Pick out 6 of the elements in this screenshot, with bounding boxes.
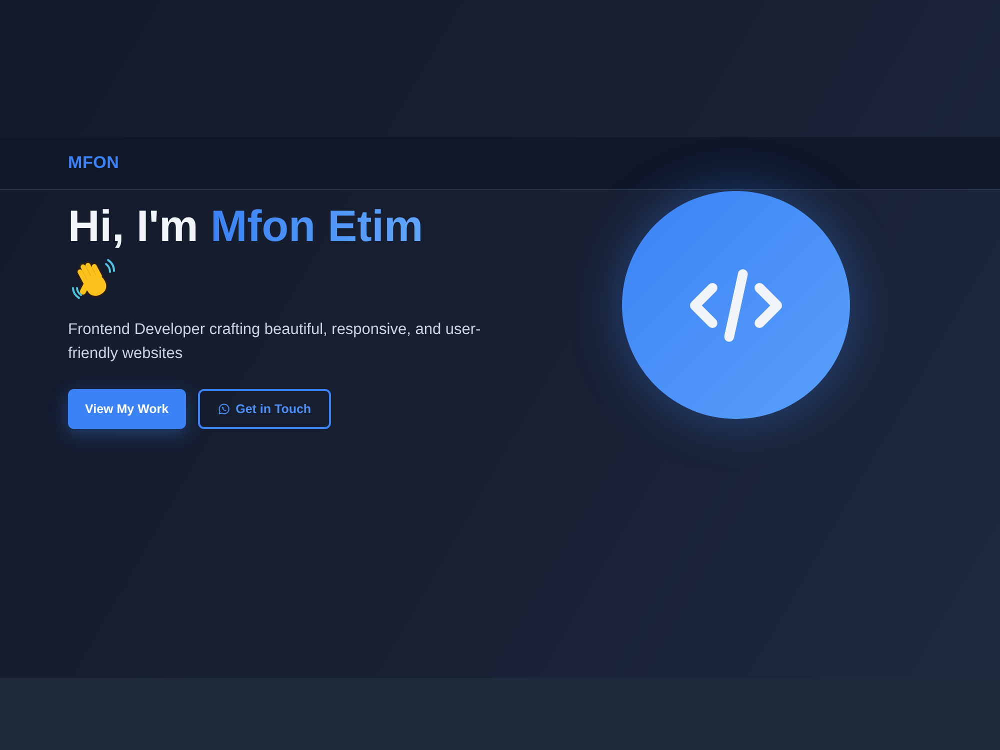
view-work-button[interactable]: View My Work bbox=[68, 389, 186, 429]
code-icon bbox=[689, 268, 783, 342]
hero-tagline: Frontend Developer crafting beautiful, responsive, and user-friendly websites bbox=[68, 320, 482, 364]
site-logo[interactable]: MFON bbox=[68, 153, 120, 173]
contact-button[interactable]: Get in Touch bbox=[198, 389, 332, 429]
chat-bubble-icon bbox=[218, 403, 230, 415]
